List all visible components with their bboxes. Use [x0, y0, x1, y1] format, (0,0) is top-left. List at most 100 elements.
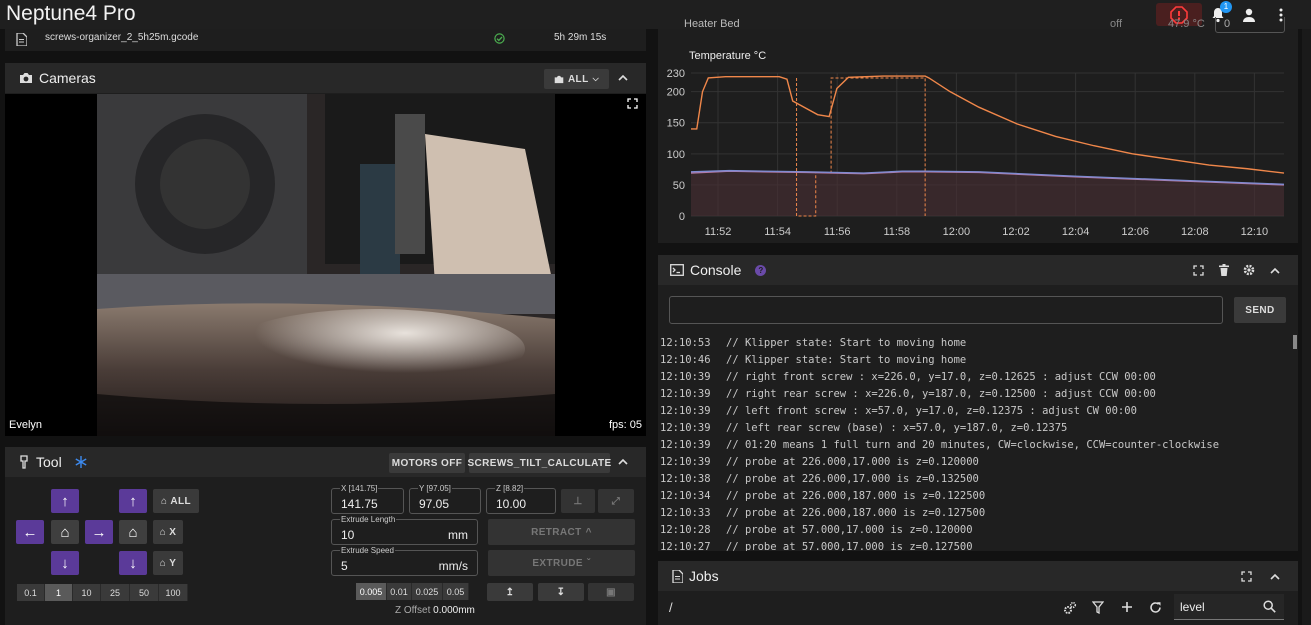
- jobs-header: Jobs: [658, 561, 1298, 591]
- z-offset-up-button[interactable]: ↥: [487, 583, 533, 601]
- jog-step-option[interactable]: 10: [73, 584, 101, 601]
- tool-title: Tool: [36, 454, 62, 470]
- plus-icon[interactable]: [1121, 601, 1133, 613]
- extrude-button[interactable]: EXTRUDE ˇ: [488, 550, 635, 576]
- jobs-search-value: level: [1180, 600, 1205, 614]
- camera-icon: [20, 73, 32, 83]
- console-title: Console: [690, 262, 742, 278]
- extruder-action-button[interactable]: ⊥: [561, 489, 595, 513]
- save-icon: ▣: [606, 586, 616, 598]
- arrow-down-icon: ↓: [129, 554, 137, 572]
- lower-icon: ↧: [556, 586, 566, 598]
- gears-icon[interactable]: [1063, 601, 1077, 615]
- arrow-down-icon: ↓: [61, 554, 69, 572]
- jog-step-option[interactable]: 1: [45, 584, 73, 601]
- home-all-button[interactable]: ⌂ ALL: [153, 489, 199, 513]
- camera-filter-label: ALL: [567, 73, 589, 85]
- raise-icon: ↥: [505, 586, 515, 598]
- home-x-button[interactable]: ⌂ X: [153, 520, 183, 544]
- x-position-value: 141.75: [341, 497, 378, 511]
- temperature-chart[interactable]: 0 50 100 150 200 230 11:52 11:54 11:56 11:58 12:00…: [658, 29, 1298, 243]
- z-position-field[interactable]: Z [8.82] 10.00: [486, 484, 556, 514]
- jog-y-minus-button[interactable]: ↓: [51, 551, 79, 575]
- fullscreen-icon[interactable]: [627, 98, 638, 109]
- extrude-speed-field[interactable]: Extrude Speed 5 mm/s: [331, 546, 478, 576]
- retract-button[interactable]: RETRACT ^: [488, 519, 635, 545]
- chevron-up-icon: ^: [585, 526, 592, 538]
- tool-icon: [20, 455, 28, 469]
- temperature-panel: Heater Bed off 47.9 °C 0 0 50 100 150 200 230…: [658, 17, 1298, 243]
- fullscreen-icon[interactable]: [1193, 265, 1204, 276]
- help-icon[interactable]: ?: [755, 264, 767, 276]
- jog-x-minus-button[interactable]: ←: [16, 520, 44, 544]
- send-button[interactable]: SEND: [1234, 297, 1286, 323]
- page-scrollbar-track[interactable]: [1302, 29, 1311, 625]
- file-name[interactable]: screws-organizer_2_5h25m.gcode: [45, 32, 198, 43]
- snowflake-icon[interactable]: [74, 455, 88, 469]
- home-icon: ⌂: [60, 523, 70, 541]
- app-title[interactable]: Neptune4 Pro: [6, 2, 136, 26]
- gear-icon[interactable]: [1243, 264, 1255, 276]
- z-offset-value: 0.000mm: [433, 605, 475, 616]
- camera-small-icon: [554, 75, 564, 83]
- x-position-label: X [141.75]: [340, 484, 379, 493]
- jog-step-option[interactable]: 25: [101, 584, 130, 601]
- chevron-up-icon[interactable]: [618, 458, 628, 465]
- jog-y-plus-button[interactable]: ↑: [51, 489, 79, 513]
- chevron-up-icon[interactable]: [1270, 267, 1280, 274]
- check-circle-icon: [494, 33, 505, 44]
- jog-step-option[interactable]: 50: [130, 584, 159, 601]
- trash-icon[interactable]: [1219, 264, 1229, 276]
- console-command-input[interactable]: [669, 296, 1223, 324]
- y-position-label: Y [97.05]: [418, 484, 452, 493]
- z-position-label: Z [8.82]: [495, 484, 525, 493]
- z-offset-down-button[interactable]: ↧: [538, 583, 584, 601]
- camera-feed-image: [97, 94, 555, 436]
- console-scrollbar[interactable]: [1293, 335, 1297, 349]
- home-xy-button[interactable]: ⌂: [51, 520, 79, 544]
- chevron-up-icon[interactable]: [618, 74, 628, 81]
- fullscreen-icon[interactable]: [1241, 571, 1252, 582]
- x-position-field[interactable]: X [141.75] 141.75: [331, 484, 404, 514]
- jobs-panel: Jobs / level: [658, 561, 1298, 625]
- file-icon: [16, 33, 27, 46]
- jog-z-plus-button[interactable]: ↑: [119, 489, 147, 513]
- extrude-length-field[interactable]: Extrude Length 10 mm: [331, 515, 478, 545]
- y-position-field[interactable]: Y [97.05] 97.05: [409, 484, 481, 514]
- refresh-icon[interactable]: [1149, 601, 1162, 614]
- jobs-path[interactable]: /: [669, 600, 673, 615]
- z-position-value: 10.00: [496, 497, 527, 511]
- x-tick-label: 12:04: [1062, 226, 1090, 238]
- console-header: Console ?: [658, 255, 1298, 285]
- home-icon: ⌂: [160, 495, 168, 507]
- jog-step-selector: 0.1 1 10 25 50 100: [17, 584, 188, 601]
- x-tick-label: 12:00: [943, 226, 971, 238]
- notification-badge: 1: [1220, 1, 1232, 13]
- chevron-up-icon[interactable]: [1270, 573, 1280, 580]
- home-all-label: ALL: [170, 495, 192, 507]
- z-step-option[interactable]: 0.01: [387, 583, 412, 600]
- jobs-search-input[interactable]: level: [1174, 594, 1284, 620]
- extruder-expand-button[interactable]: ⤢: [598, 489, 634, 513]
- camera-stream[interactable]: Evelyn fps: 05: [5, 94, 646, 436]
- camera-filter-button[interactable]: ALL ⌵: [544, 69, 609, 89]
- screws-tilt-calculate-button[interactable]: SCREWS_TILT_CALCULATE: [467, 453, 611, 473]
- y-tick-label: 200: [667, 87, 685, 99]
- x-tick-label: 11:52: [705, 226, 732, 238]
- z-step-option[interactable]: 0.005: [356, 583, 387, 600]
- extrude-speed-label: Extrude Speed: [340, 546, 395, 555]
- z-offset-save-button[interactable]: ▣: [588, 583, 634, 601]
- z-step-option[interactable]: 0.05: [443, 583, 469, 600]
- jog-step-option[interactable]: 100: [159, 584, 188, 601]
- jog-z-minus-button[interactable]: ↓: [119, 551, 147, 575]
- filter-icon[interactable]: [1092, 601, 1104, 614]
- y-axis-label: Temperature °C: [689, 50, 766, 62]
- z-step-option[interactable]: 0.025: [412, 583, 443, 600]
- jog-step-option[interactable]: 0.1: [17, 584, 45, 601]
- jog-x-plus-button[interactable]: →: [85, 520, 113, 544]
- x-tick-label: 12:06: [1121, 226, 1149, 238]
- home-z-button[interactable]: ⌂: [119, 520, 147, 544]
- motors-off-button[interactable]: MOTORS OFF: [389, 453, 465, 473]
- home-y-button[interactable]: ⌂ Y: [153, 551, 183, 575]
- arrow-up-icon: ↑: [61, 492, 69, 510]
